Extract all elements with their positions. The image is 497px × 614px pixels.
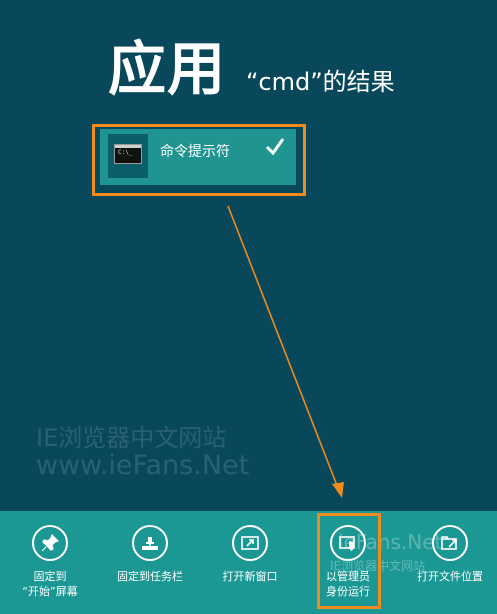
app-icon-container: C:\_ — [108, 134, 148, 178]
pin-icon — [32, 525, 68, 561]
page-title: 应用 — [108, 35, 227, 103]
result-tile-cmd[interactable]: C:\_ 命令提示符 — [100, 129, 296, 185]
pin-to-taskbar-label: 固定到任务栏 — [117, 570, 183, 583]
admin-highlight-box — [317, 513, 381, 609]
checkmark-icon — [265, 138, 285, 156]
new-window-icon — [232, 525, 268, 561]
watermark-url: www.ieFans.Net — [36, 450, 250, 481]
command-prompt-icon-text: C:\_ — [118, 149, 133, 156]
app-bar: ieFans.Net IE浏览器中文网站 固定到 “开始”屏幕 固定到任务栏 打开… — [0, 511, 497, 614]
open-new-window-label: 打开新窗口 — [222, 570, 278, 583]
pin-to-start-label-2: “开始”屏幕 — [22, 585, 78, 598]
open-file-location-button[interactable]: 打开文件位置 — [406, 511, 494, 614]
watermark-text: IE浏览器中文网站 — [36, 424, 227, 452]
open-new-window-button[interactable]: 打开新窗口 — [210, 511, 290, 614]
command-prompt-icon: C:\_ — [114, 144, 142, 164]
search-query-subtitle: “cmd”的结果 — [246, 68, 395, 96]
pin-to-taskbar-button[interactable]: 固定到任务栏 — [110, 511, 190, 614]
open-file-location-icon — [432, 525, 468, 561]
pin-to-start-label-1: 固定到 — [33, 570, 67, 583]
result-tile-label: 命令提示符 — [160, 144, 230, 160]
pin-to-start-button[interactable]: 固定到 “开始”屏幕 — [10, 511, 90, 614]
taskbar-pin-icon — [132, 525, 168, 561]
open-file-location-label: 打开文件位置 — [417, 570, 483, 583]
